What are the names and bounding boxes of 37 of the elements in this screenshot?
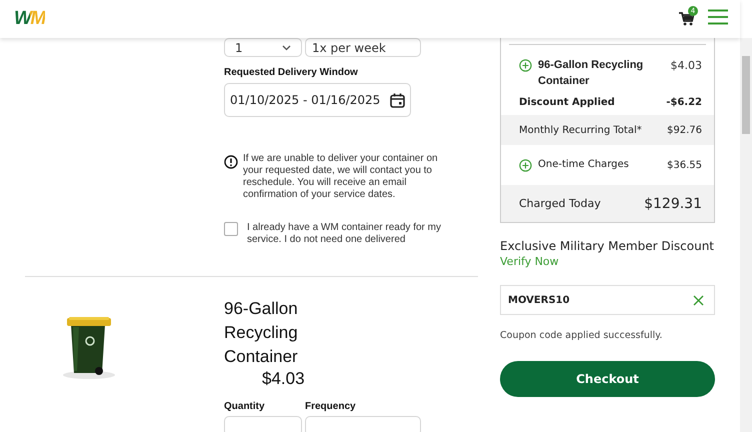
coupon-field[interactable]: MOVERS10	[500, 285, 715, 315]
coupon-message: Coupon code applied successfully.	[500, 330, 664, 341]
summary-label: 96-Gallon Recycling Container	[538, 58, 644, 89]
cart-icon[interactable]	[679, 12, 694, 26]
summary-amount: -$6.22	[666, 96, 702, 108]
menu-icon[interactable]	[708, 9, 728, 25]
field-label: Quantity	[224, 401, 266, 412]
plus-circle-icon[interactable]	[519, 59, 532, 72]
chevron-down-icon[interactable]	[282, 44, 291, 50]
plus-circle-icon[interactable]	[519, 158, 532, 172]
scrollbar[interactable]	[740, 38, 752, 432]
quantity-select[interactable]: 1	[224, 38, 302, 57]
summary-label: Charged Today	[519, 197, 601, 210]
checkout-button[interactable]: Checkout	[500, 361, 715, 397]
summary-amount: $129.31	[644, 196, 702, 212]
checkbox-label: I already have a WM container ready for my service. I do not need one delivered	[247, 222, 442, 246]
checkbox[interactable]	[224, 222, 238, 236]
product-title: 96-Gallon Recycling Container	[224, 298, 299, 368]
scrollbar-thumb[interactable]	[742, 56, 750, 134]
verify-link[interactable]: Verify Now	[500, 255, 559, 268]
notice-text: If we are unable to deliver your container on your requested date, we will contact you to reschedule. You will receive an email confirmation of your service dates.	[243, 153, 439, 201]
info-icon	[224, 155, 238, 169]
close-icon[interactable]	[693, 294, 704, 306]
summary-label: Monthly Recurring Total*	[519, 124, 642, 136]
summary-amount: $36.55	[667, 160, 702, 170]
date-range-field[interactable]: 01/10/2025 - 01/16/2025	[224, 83, 411, 117]
summary-amount: $4.03	[670, 58, 702, 72]
frequency-field[interactable]	[305, 416, 421, 432]
field-label: Requested Delivery Window	[224, 67, 359, 78]
summary-label: One-time Charges	[538, 158, 629, 170]
summary-label: Discount Applied	[519, 96, 615, 108]
field-label: Frequency	[305, 401, 357, 412]
discount-title: Exclusive Military Member Discount	[500, 239, 715, 253]
calendar-icon[interactable]	[390, 92, 405, 108]
product-price: $4.03	[262, 369, 306, 389]
summary-amount: $92.76	[667, 124, 702, 136]
frequency-field[interactable]: 1x per week	[305, 38, 421, 57]
